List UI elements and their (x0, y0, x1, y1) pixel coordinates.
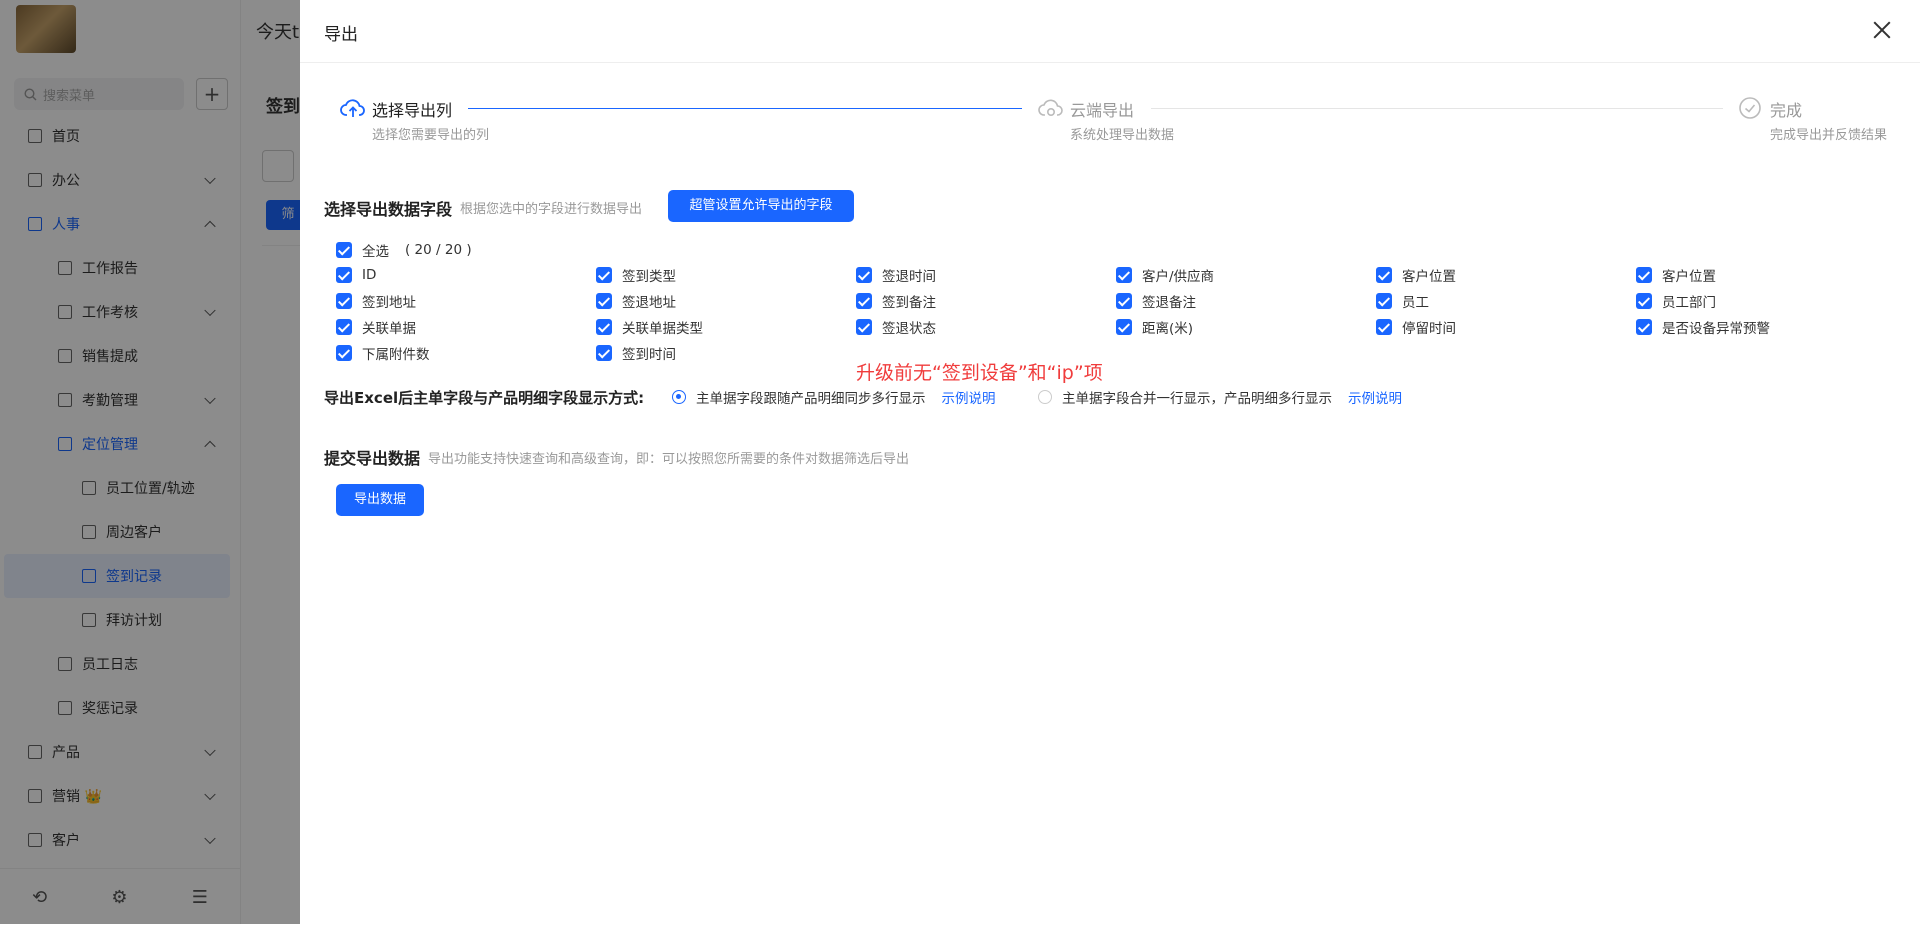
checkbox-checked-icon (336, 242, 352, 258)
field-label: 客户位置 (1402, 269, 1456, 285)
checkbox-checked-icon (1376, 319, 1392, 335)
export-drawer: 导出 选择导出列 选择您需要导出的列 云端导出 系统处理导出数据 完成 完成导出… (300, 0, 1920, 924)
fields-section-hint: 根据您选中的字段进行数据导出 (460, 202, 643, 217)
checkbox-checked-icon (1116, 267, 1132, 283)
checkbox-checked-icon (336, 267, 352, 283)
close-icon[interactable] (1870, 18, 1894, 42)
checkbox-checked-icon (856, 319, 872, 335)
checkbox-checked-icon (596, 293, 612, 309)
field-checkbox[interactable]: 下属附件数 (336, 343, 430, 363)
field-label: ID (362, 267, 377, 283)
checkbox-checked-icon (856, 293, 872, 309)
field-label: 签到类型 (622, 269, 676, 285)
checkbox-checked-icon (1636, 293, 1652, 309)
field-checkbox[interactable]: 签到地址 (336, 291, 416, 311)
step-desc: 完成导出并反馈结果 (1770, 128, 1888, 143)
radio-unselected-icon (1038, 390, 1052, 404)
field-label: 下属附件数 (362, 347, 430, 363)
field-checkbox[interactable]: 签到类型 (596, 265, 676, 285)
field-checkbox[interactable]: 签到时间 (596, 343, 676, 363)
field-checkbox[interactable]: 签退地址 (596, 291, 676, 311)
field-checkbox[interactable]: 关联单据类型 (596, 317, 703, 337)
field-checkbox[interactable]: 签退时间 (856, 265, 936, 285)
submit-section-title: 提交导出数据 (324, 449, 421, 468)
export-data-button[interactable]: 导出数据 (336, 484, 424, 516)
checkbox-checked-icon (1376, 267, 1392, 283)
display-mode-option-2[interactable]: 主单据字段合并一行显示，产品明细多行显示 示例说明 (1038, 387, 1402, 407)
field-label: 签退状态 (882, 321, 936, 337)
field-checkbox[interactable]: 签退状态 (856, 317, 936, 337)
cloud-upload-icon (340, 99, 365, 117)
step-title: 完成 (1770, 101, 1803, 120)
checkbox-checked-icon (336, 319, 352, 335)
field-checkbox[interactable]: 停留时间 (1376, 317, 1456, 337)
step-desc: 选择您需要导出的列 (372, 128, 490, 143)
selected-count: ( 20 / 20 ) (405, 242, 472, 258)
checkbox-checked-icon (596, 319, 612, 335)
field-label: 关联单据 (362, 321, 416, 337)
field-label: 签退地址 (622, 295, 676, 311)
display-mode-option-1[interactable]: 主单据字段跟随产品明细同步多行显示 示例说明 (672, 387, 996, 407)
checkbox-checked-icon (1636, 319, 1652, 335)
checkbox-checked-icon (336, 293, 352, 309)
field-checkbox[interactable]: 签到备注 (856, 291, 936, 311)
checkbox-checked-icon (596, 267, 612, 283)
field-checkbox[interactable]: 客户位置 (1636, 265, 1716, 285)
field-checkbox[interactable]: 客户/供应商 (1116, 265, 1214, 285)
fields-section-title: 选择导出数据字段 (324, 200, 453, 219)
field-checkbox[interactable]: 员工部门 (1636, 291, 1716, 311)
field-label: 员工 (1402, 295, 1429, 311)
step-connector (468, 108, 1022, 109)
drawer-title: 导出 (324, 25, 358, 45)
checkbox-checked-icon (1376, 293, 1392, 309)
option-text: 主单据字段跟随产品明细同步多行显示 (696, 391, 926, 407)
field-checkbox[interactable]: ID (336, 265, 376, 285)
checkbox-checked-icon (336, 345, 352, 361)
select-all-label: 全选 (362, 244, 389, 260)
field-checkbox[interactable]: 签退备注 (1116, 291, 1196, 311)
check-circle-icon (1739, 97, 1761, 119)
checkbox-checked-icon (1116, 293, 1132, 309)
field-checkbox[interactable]: 员工 (1376, 291, 1429, 311)
step-title: 选择导出列 (372, 101, 453, 120)
example-link[interactable]: 示例说明 (1348, 387, 1402, 407)
field-label: 关联单据类型 (622, 321, 703, 337)
checkbox-checked-icon (856, 267, 872, 283)
annotation-note: 升级前无“签到设备”和“ip”项 (856, 362, 1103, 384)
field-label: 签到地址 (362, 295, 416, 311)
step-connector (1151, 108, 1723, 109)
field-checkbox[interactable]: 客户位置 (1376, 265, 1456, 285)
field-label: 客户/供应商 (1142, 269, 1215, 285)
step-desc: 系统处理导出数据 (1070, 128, 1175, 143)
field-label: 停留时间 (1402, 321, 1456, 337)
drawer-header: 导出 (300, 0, 1920, 63)
admin-field-settings-button[interactable]: 超管设置允许导出的字段 (668, 190, 854, 222)
checkbox-checked-icon (596, 345, 612, 361)
field-label: 距离(米) (1142, 321, 1194, 337)
cloud-sync-icon (1038, 99, 1063, 117)
field-checkbox[interactable]: 关联单据 (336, 317, 416, 337)
field-label: 是否设备异常预警 (1662, 321, 1770, 337)
display-mode-label: 导出Excel后主单字段与产品明细字段显示方式: (324, 389, 645, 407)
field-checkbox[interactable]: 是否设备异常预警 (1636, 317, 1770, 337)
radio-selected-icon (672, 390, 686, 404)
select-all-checkbox[interactable]: 全选 ( 20 / 20 ) (336, 240, 472, 260)
field-label: 客户位置 (1662, 269, 1716, 285)
checkbox-checked-icon (1116, 319, 1132, 335)
field-label: 签到备注 (882, 295, 936, 311)
field-label: 员工部门 (1662, 295, 1716, 311)
step-title: 云端导出 (1070, 101, 1135, 120)
checkbox-checked-icon (1636, 267, 1652, 283)
field-label: 签退时间 (882, 269, 936, 285)
submit-section-hint: 导出功能支持快速查询和高级查询，即：可以按照您所需要的条件对数据筛选后导出 (428, 452, 910, 467)
field-checkbox[interactable]: 距离(米) (1116, 317, 1193, 337)
example-link[interactable]: 示例说明 (942, 387, 996, 407)
field-label: 签退备注 (1142, 295, 1196, 311)
option-text: 主单据字段合并一行显示，产品明细多行显示 (1062, 391, 1332, 407)
field-label: 签到时间 (622, 347, 676, 363)
